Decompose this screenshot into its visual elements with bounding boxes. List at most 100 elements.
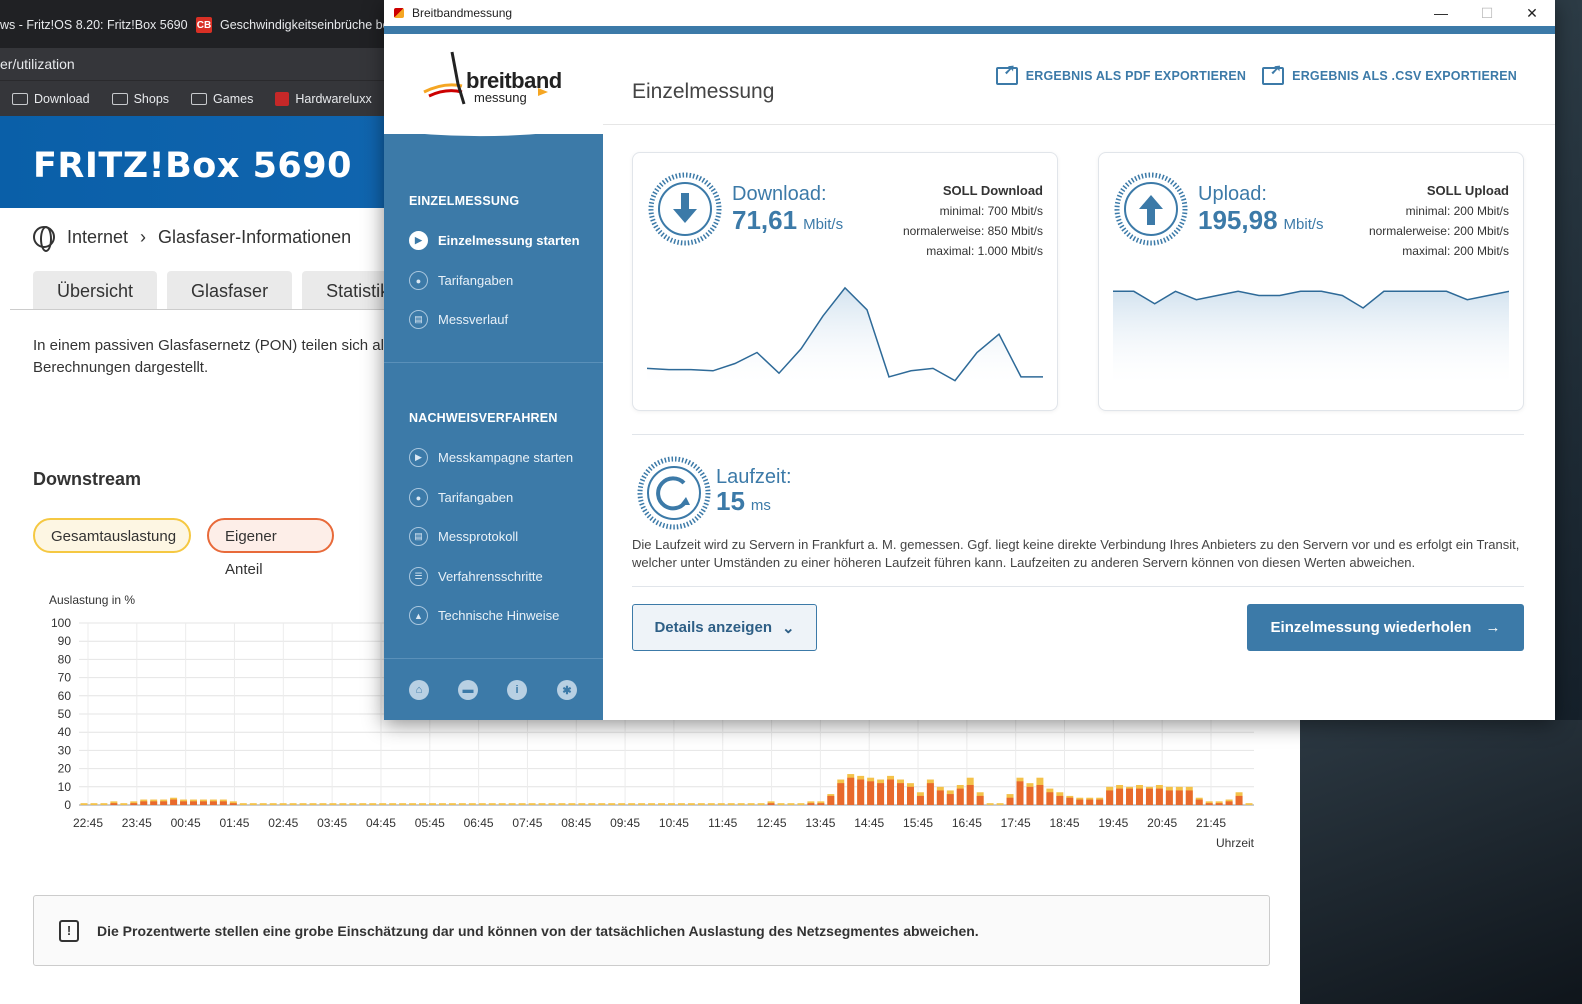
bar-gesamtauslastung [319, 803, 327, 805]
info-icon[interactable]: i [507, 680, 527, 700]
bar-eigener-anteil [877, 783, 885, 805]
bar-eigener-anteil [887, 779, 895, 805]
details-button[interactable]: Details anzeigen ⌄ [632, 604, 817, 651]
bar-eigener-anteil [1185, 790, 1193, 805]
bar-eigener-anteil [1225, 801, 1233, 805]
bar-gesamtauslastung [638, 803, 646, 805]
browser-tab-forum[interactable]: CB Geschwindigkeitseinbrüche bei [196, 10, 396, 40]
home-icon[interactable]: ⌂ [409, 680, 429, 700]
x-tick-label: 07:45 [512, 816, 542, 830]
nav-tarifangaben-2[interactable]: ● Tarifangaben [409, 488, 513, 507]
bar-gesamtauslastung [727, 803, 735, 805]
bar-eigener-anteil [966, 784, 974, 805]
x-tick-label: 12:45 [757, 816, 787, 830]
filter-eigener-anteil[interactable]: Eigener Anteil [207, 518, 334, 578]
repeat-measurement-button[interactable]: Einzelmessung wiederholen → [1247, 604, 1524, 651]
bar-eigener-anteil [1056, 795, 1064, 805]
header-stripe [384, 26, 1555, 34]
bar-eigener-anteil [1026, 786, 1034, 805]
export-icon [1262, 61, 1285, 85]
bar-gesamtauslastung [80, 803, 88, 805]
bookmark-download[interactable]: Download [12, 92, 90, 106]
browser-tab-fritz[interactable]: ws - Fritz!OS 8.20: Fritz!Box 5690 ✕ [0, 10, 190, 40]
bar-gesamtauslastung [618, 803, 626, 805]
upload-unit: Mbit/s [1283, 216, 1324, 233]
nav-section-nachweisverfahren: NACHWEISVERFAHREN [409, 411, 558, 425]
play-icon: ▶ [409, 448, 428, 467]
user-icon: ● [409, 488, 428, 507]
bar-gesamtauslastung [628, 803, 636, 805]
section-divider [632, 434, 1524, 435]
breadcrumb: Internet › Glasfaser-Informationen [33, 226, 351, 252]
bar-gesamtauslastung [658, 803, 665, 805]
bar-gesamtauslastung [538, 803, 546, 805]
download-label: Download: [732, 183, 827, 205]
bar-eigener-anteil [1205, 803, 1213, 805]
warning-icon: ▲ [409, 606, 428, 625]
nav-messprotokoll[interactable]: ▤ Messprotokoll [409, 527, 518, 546]
bar-gesamtauslastung [269, 803, 277, 805]
bookmark-shops[interactable]: Shops [111, 92, 169, 106]
nav-tarifangaben[interactable]: ● Tarifangaben [409, 271, 513, 290]
soll-upload-max: maximal: 200 Mbit/s [1402, 244, 1509, 258]
bar-gesamtauslastung [379, 803, 387, 805]
bar-eigener-anteil [209, 801, 217, 805]
gear-icon[interactable]: ✱ [557, 680, 577, 700]
latency-value-row: 15 ms [716, 486, 771, 517]
bookmark-hardwareluxx[interactable]: Hardwareluxx [275, 91, 372, 106]
x-tick-label: 16:45 [952, 816, 982, 830]
export-pdf-button[interactable]: ERGEBNIS ALS PDF EXPORTIEREN [995, 61, 1246, 85]
filter-gesamtauslastung[interactable]: Gesamtauslastung [33, 518, 191, 553]
close-window-button[interactable]: ✕ [1509, 0, 1555, 26]
download-value-row: 71,61 Mbit/s [732, 205, 843, 236]
bar-gesamtauslastung [598, 803, 606, 805]
nav-messverlauf[interactable]: ▤ Messverlauf [409, 310, 508, 329]
breadcrumb-internet[interactable]: Internet [67, 227, 128, 248]
bar-gesamtauslastung [588, 803, 596, 805]
y-tick-label: 80 [58, 652, 72, 666]
bookmark-games[interactable]: Games [191, 92, 253, 106]
app-logo-icon [394, 8, 404, 18]
bar-gesamtauslastung [717, 803, 725, 805]
bar-eigener-anteil [857, 779, 865, 805]
bar-eigener-anteil [160, 801, 168, 805]
download-value: 71,61 [732, 205, 798, 235]
bar-gesamtauslastung [757, 803, 765, 805]
soll-download-title: SOLL Download [942, 183, 1043, 198]
bar-gesamtauslastung [409, 803, 417, 805]
tab-uebersicht[interactable]: Übersicht [33, 271, 158, 309]
upload-sparkline [1113, 290, 1509, 383]
nav-technische-hinweise[interactable]: ▲ Technische Hinweise [409, 606, 559, 625]
x-tick-label: 08:45 [561, 816, 591, 830]
x-tick-label: 01:45 [219, 816, 249, 830]
bar-gesamtauslastung [518, 803, 526, 805]
nav-verfahrensschritte[interactable]: ☰ Verfahrensschritte [409, 567, 543, 586]
nav-label: Messprotokoll [438, 529, 519, 544]
x-tick-label: 10:45 [659, 816, 689, 830]
logo-area: breitband messung [384, 34, 603, 134]
bar-eigener-anteil [1215, 803, 1223, 805]
window-titlebar: Breitbandmessung — ☐ ✕ [384, 0, 1555, 26]
bar-gesamtauslastung [299, 803, 307, 805]
bar-gesamtauslastung [488, 803, 496, 805]
bar-gesamtauslastung [737, 803, 745, 805]
soll-upload-norm: normalerweise: 200 Mbit/s [1368, 224, 1509, 238]
chat-icon[interactable]: ▬ [458, 680, 478, 700]
nav-einzelmessung-starten[interactable]: ▶ Einzelmessung starten [409, 231, 580, 250]
bar-gesamtauslastung [697, 803, 705, 805]
window-title: Breitbandmessung [412, 6, 513, 20]
maximize-button[interactable]: ☐ [1464, 0, 1510, 26]
export-csv-button[interactable]: ERGEBNIS ALS .CSV EXPORTIEREN [1262, 61, 1517, 85]
bar-eigener-anteil [847, 777, 855, 805]
download-unit: Mbit/s [803, 216, 844, 233]
bar-gesamtauslastung [419, 803, 427, 805]
y-tick-label: 50 [58, 707, 72, 721]
tab-glasfaser[interactable]: Glasfaser [167, 271, 293, 309]
nav-messkampagne-starten[interactable]: ▶ Messkampagne starten [409, 448, 573, 467]
user-icon: ● [409, 271, 428, 290]
nav-divider [384, 658, 603, 659]
bar-gesamtauslastung [648, 803, 656, 805]
minimize-button[interactable]: — [1418, 0, 1464, 26]
folder-icon [111, 92, 128, 105]
y-tick-label: 90 [58, 634, 72, 648]
